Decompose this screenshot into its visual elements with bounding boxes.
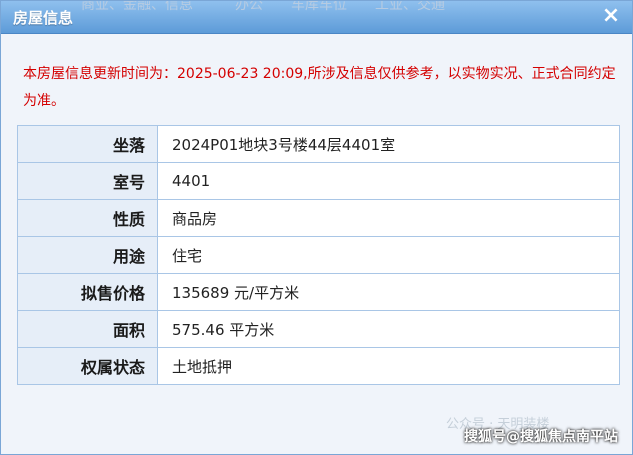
row-label: 拟售价格: [17, 273, 158, 311]
source-watermark: 搜狐号@搜狐焦点南平站: [464, 429, 618, 445]
table-row: 性质 商品房: [17, 199, 620, 237]
row-label: 室号: [17, 162, 158, 200]
background-tabs: 商业、金融、信息 办公 车库车位 工业、交通: [81, 1, 445, 13]
house-info-table: 坐落 2024P01地块3号楼44层4401室 室号 4401 性质 商品房 用…: [17, 125, 620, 385]
table-row: 用途 住宅: [17, 236, 620, 274]
row-value: 商品房: [157, 199, 620, 237]
row-value: 土地抵押: [157, 347, 620, 385]
table-row: 拟售价格 135689 元/平方米: [17, 273, 620, 311]
dialog-title-bar: 商业、金融、信息 办公 车库车位 工业、交通 房屋信息 ×: [1, 1, 632, 34]
row-value: 住宅: [157, 236, 620, 274]
row-label: 坐落: [17, 125, 158, 163]
table-row: 室号 4401: [17, 162, 620, 200]
row-value: 575.46 平方米: [157, 310, 620, 348]
table-row: 坐落 2024P01地块3号楼44层4401室: [17, 125, 620, 163]
close-icon[interactable]: ×: [600, 5, 622, 27]
row-label: 性质: [17, 199, 158, 237]
row-value: 2024P01地块3号楼44层4401室: [157, 125, 620, 163]
row-label: 权属状态: [17, 347, 158, 385]
row-label: 用途: [17, 236, 158, 274]
update-notice: 本房屋信息更新时间为：2025-06-23 20:09,所涉及信息仅供参考，以实…: [23, 66, 616, 109]
house-info-dialog: 商业、金融、信息 办公 车库车位 工业、交通 房屋信息 × 本房屋信息更新时间为…: [0, 0, 633, 455]
table-row: 面积 575.46 平方米: [17, 310, 620, 348]
dialog-title: 房屋信息: [13, 9, 74, 27]
table-row: 权属状态 土地抵押: [17, 347, 620, 385]
row-label: 面积: [17, 310, 158, 348]
row-value: 4401: [157, 162, 620, 200]
row-value: 135689 元/平方米: [157, 273, 620, 311]
